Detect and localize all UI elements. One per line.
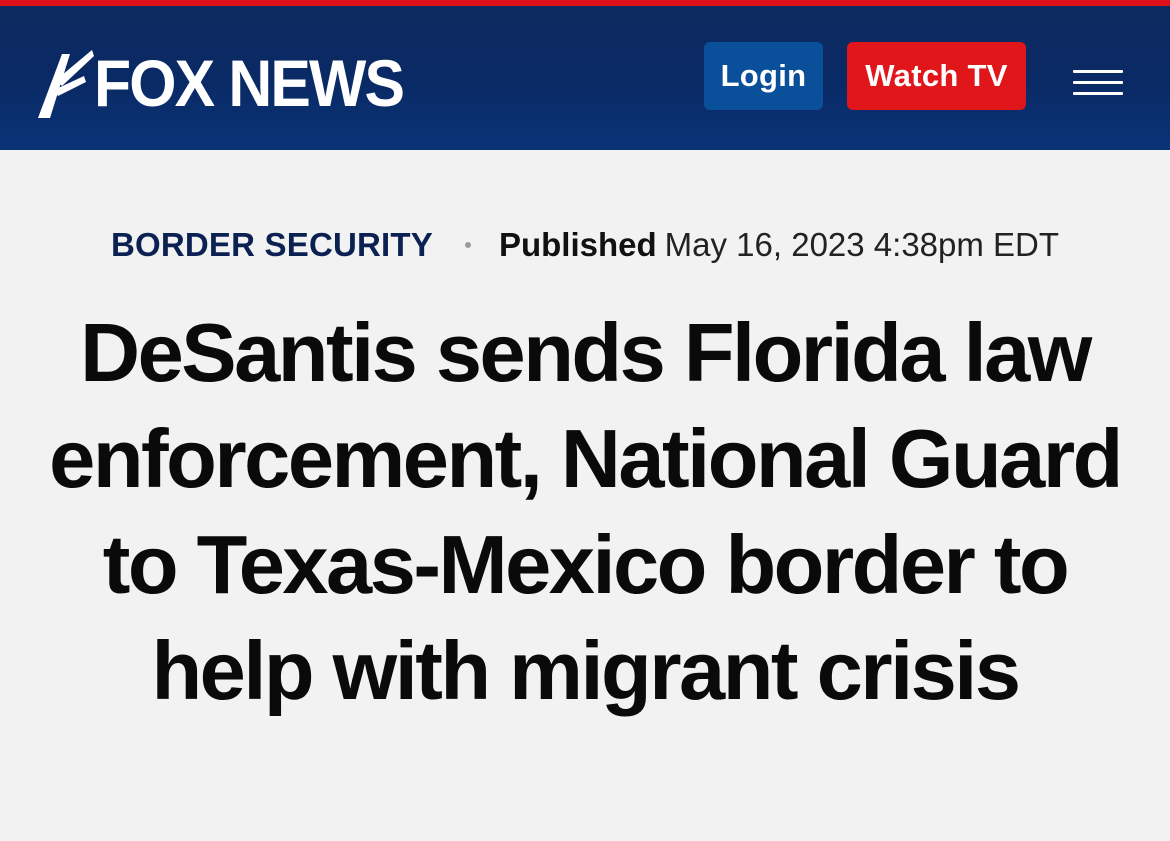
watch-tv-button[interactable]: Watch TV [847,42,1026,110]
site-header: FOX NEWS Login Watch TV [0,6,1170,150]
published-date: May 16, 2023 4:38pm EDT [664,226,1060,263]
menu-bar [1073,81,1123,84]
published-label: Published [498,226,657,263]
menu-bar [1073,92,1123,95]
fox-news-logo[interactable]: FOX NEWS [36,46,430,120]
logo-wordmark: FOX NEWS [94,46,405,120]
article-headline: DeSantis sends Florida law enforcement, … [49,306,1123,717]
category-link[interactable]: BORDER SECURITY [111,226,433,263]
separator-dot [464,242,471,249]
login-button[interactable]: Login [704,42,823,110]
hamburger-menu-icon[interactable] [1073,68,1123,98]
menu-bar [1073,70,1123,73]
searchlight-icon [38,50,94,118]
article-meta: BORDER SECURITY Published May 16, 2023 4:3… [0,225,1170,265]
